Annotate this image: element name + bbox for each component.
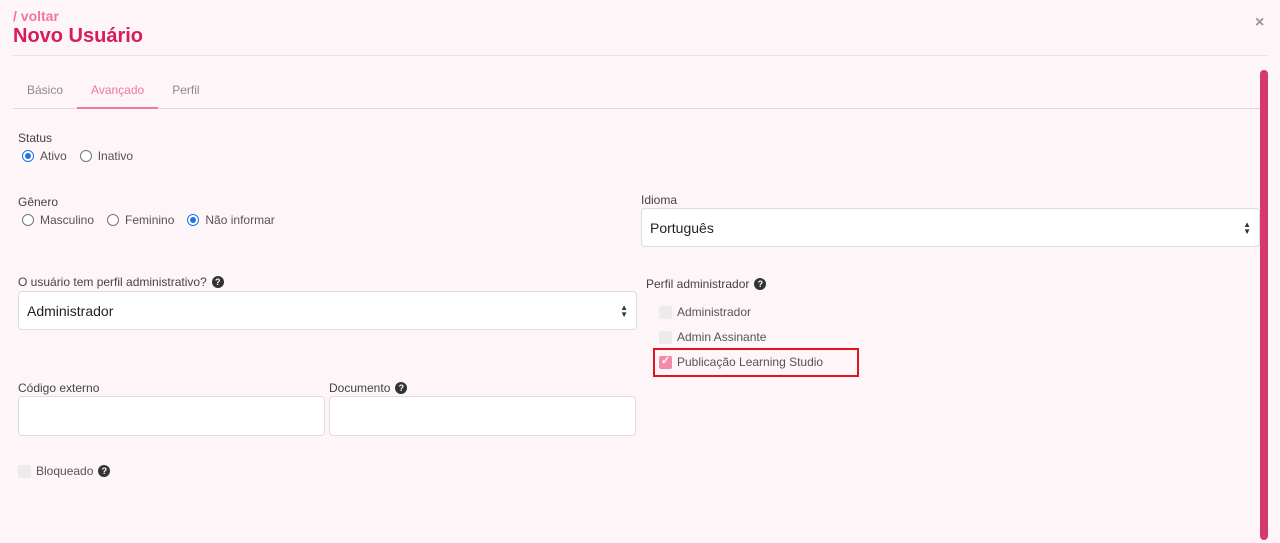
tab-perfil[interactable]: Perfil	[158, 71, 213, 109]
highlight-box	[653, 348, 859, 377]
tab-bar: Básico Avançado Perfil	[13, 71, 1268, 109]
help-icon[interactable]: ?	[754, 278, 767, 290]
header-divider	[13, 55, 1268, 56]
status-option-ativo[interactable]: Ativo	[22, 149, 67, 163]
idioma-select[interactable]: Português ▲ ▼	[641, 208, 1260, 247]
idioma-label: Idioma	[641, 193, 678, 207]
page-title: Novo Usuário	[13, 25, 144, 47]
help-icon[interactable]: ?	[211, 276, 224, 288]
help-icon[interactable]: ?	[98, 465, 111, 477]
tab-basico[interactable]: Básico	[13, 71, 77, 109]
checkbox-label: Admin Assinante	[677, 330, 767, 344]
perfil-admin-text: Perfil administrador	[646, 277, 750, 291]
bloqueado-checkbox-row[interactable]: Bloqueado ?	[18, 464, 111, 478]
perfil-option-admin-assinante[interactable]: Admin Assinante	[659, 330, 766, 344]
select-arrows-icon: ▲ ▼	[620, 303, 628, 319]
checkbox[interactable]	[659, 330, 672, 344]
documento-text: Documento	[329, 381, 391, 395]
codigo-externo-label: Código externo	[18, 381, 100, 395]
tab-avancado[interactable]: Avançado	[77, 71, 159, 109]
close-icon[interactable]: ×	[1255, 14, 1264, 32]
status-radio-group: Ativo Inativo	[22, 149, 146, 163]
genero-option-nao-informar[interactable]: Não informar	[187, 213, 275, 227]
radio-label: Não informar	[205, 213, 275, 227]
genero-option-feminino[interactable]: Feminino	[107, 213, 174, 227]
genero-label: Gênero	[18, 195, 59, 209]
radio-button[interactable]	[79, 150, 92, 162]
checkbox-label: Bloqueado	[36, 464, 94, 478]
idioma-value: Português	[650, 219, 714, 236]
admin-profile-value: Administrador	[27, 302, 114, 319]
codigo-externo-input[interactable]	[18, 396, 325, 436]
documento-input[interactable]	[329, 396, 636, 436]
help-icon[interactable]: ?	[395, 382, 408, 394]
documento-label: Documento ?	[329, 381, 408, 395]
scrollbar-thumb[interactable]	[1260, 70, 1268, 540]
admin-question-label: O usuário tem perfil administrativo? ?	[18, 275, 224, 289]
radio-button[interactable]	[107, 214, 120, 226]
checkbox[interactable]	[659, 305, 672, 319]
radio-label: Feminino	[125, 213, 175, 227]
radio-label: Inativo	[97, 149, 134, 163]
radio-button[interactable]	[22, 214, 34, 226]
status-option-inativo[interactable]: Inativo	[79, 149, 134, 163]
checkbox-label: Administrador	[677, 305, 752, 319]
admin-question-text: O usuário tem perfil administrativo?	[18, 275, 207, 289]
genero-radio-group: Masculino Feminino Não informar	[22, 213, 288, 227]
radio-label: Masculino	[40, 213, 95, 227]
select-arrows-icon: ▲ ▼	[1243, 220, 1251, 236]
perfil-admin-label: Perfil administrador ?	[646, 277, 767, 291]
checkbox[interactable]	[18, 464, 31, 478]
genero-option-masculino[interactable]: Masculino	[22, 213, 94, 227]
perfil-option-administrador[interactable]: Administrador	[659, 305, 751, 319]
radio-button[interactable]	[22, 150, 34, 162]
admin-profile-select[interactable]: Administrador ▲ ▼	[18, 291, 637, 330]
radio-button[interactable]	[187, 214, 200, 226]
status-label: Status	[18, 131, 53, 145]
radio-label: Ativo	[40, 149, 67, 163]
back-link[interactable]: / voltar	[13, 8, 59, 24]
